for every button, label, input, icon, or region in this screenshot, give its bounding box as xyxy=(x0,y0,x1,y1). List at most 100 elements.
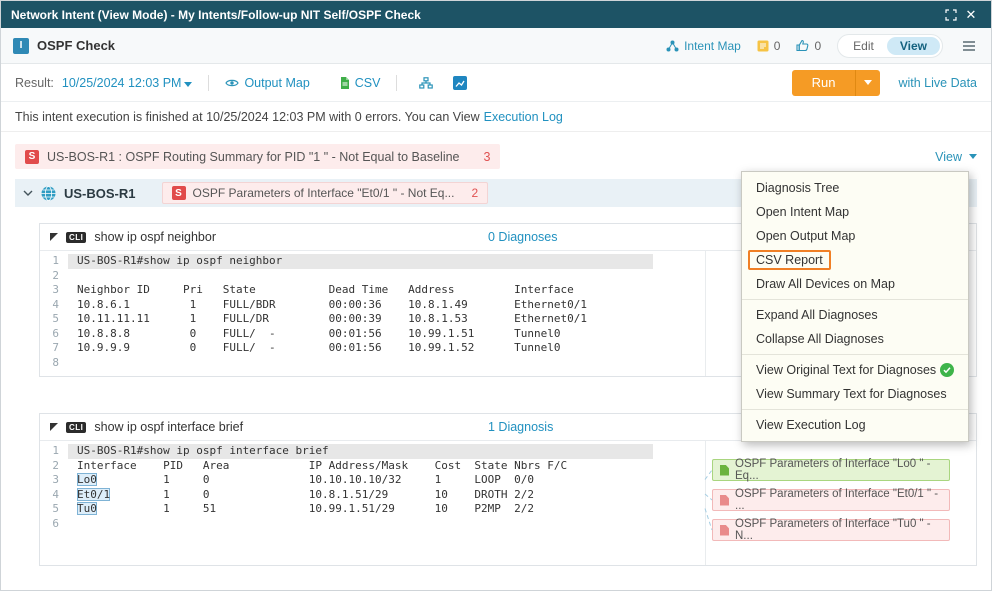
collapse-triangle-icon[interactable] xyxy=(50,233,58,241)
interface-token[interactable]: Et0/1 xyxy=(77,488,110,501)
code-line xyxy=(68,517,653,532)
line-number: 2 xyxy=(40,459,59,474)
result-label: Result: xyxy=(15,76,54,90)
diagnosis-note[interactable]: OSPF Parameters of Interface "Tu0 " - N.… xyxy=(712,519,950,541)
eye-icon xyxy=(225,78,239,88)
close-icon[interactable]: ✕ xyxy=(961,5,981,25)
hamburger-menu-icon[interactable] xyxy=(959,36,979,56)
edit-view-toggle: Edit View xyxy=(837,34,943,58)
alert-row: S US-BOS-R1 : OSPF Routing Summary for P… xyxy=(15,144,977,169)
menu-item[interactable]: Diagnosis Tree xyxy=(742,176,968,200)
line-number: 7 xyxy=(40,341,59,356)
command-output: 123456 US-BOS-R1#show ip ospf interface … xyxy=(40,441,976,565)
line-number-gutter: 123456 xyxy=(40,444,68,559)
csv-button[interactable]: CSV xyxy=(340,76,381,90)
run-dropdown-caret[interactable] xyxy=(856,70,880,96)
command-text: show ip ospf neighbor xyxy=(94,230,216,244)
chevron-down-icon xyxy=(969,154,977,159)
diagnosis-note-label: OSPF Parameters of Interface "Lo0 " - Eq… xyxy=(735,458,942,482)
device-diagnosis-badge[interactable]: S OSPF Parameters of Interface "Et0/1 " … xyxy=(162,182,489,204)
view-tab[interactable]: View xyxy=(887,37,940,55)
chart-map-icon[interactable] xyxy=(447,76,473,90)
menu-item-label: Open Output Map xyxy=(756,229,855,243)
collapse-triangle-icon[interactable] xyxy=(50,423,58,431)
document-icon xyxy=(720,495,729,506)
thumbs-up-icon xyxy=(796,39,809,52)
device-name[interactable]: US-BOS-R1 xyxy=(64,186,136,201)
intent-map-label: Intent Map xyxy=(684,39,741,53)
intent-header: I OSPF Check Intent Map 0 0 Edit View xyxy=(1,28,991,64)
csv-file-icon xyxy=(340,77,350,89)
window-title: Network Intent (View Mode) - My Intents/… xyxy=(11,8,421,22)
view-dropdown[interactable]: View xyxy=(935,150,977,164)
line-number: 4 xyxy=(40,298,59,313)
code-line: 10.8.6.1 1 FULL/BDR 00:00:36 10.8.1.49 E… xyxy=(68,298,653,313)
menu-item[interactable]: CSV Report xyxy=(742,248,968,272)
code-line: 10.9.9.9 0 FULL/ - 00:01:56 10.99.1.52 T… xyxy=(68,341,653,356)
interface-token[interactable]: Tu0 xyxy=(77,502,97,515)
intent-map-link[interactable]: Intent Map xyxy=(666,39,741,53)
diagnosis-alert-banner[interactable]: S US-BOS-R1 : OSPF Routing Summary for P… xyxy=(15,144,500,169)
diagnosis-note[interactable]: OSPF Parameters of Interface "Et0/1 " - … xyxy=(712,489,950,511)
collapse-chevron-icon[interactable] xyxy=(23,190,33,196)
menu-divider xyxy=(742,299,968,300)
intent-title: OSPF Check xyxy=(37,38,115,53)
edit-tab[interactable]: Edit xyxy=(840,37,887,55)
menu-divider xyxy=(742,409,968,410)
menu-item[interactable]: View Summary Text for Diagnoses xyxy=(742,382,968,406)
line-number: 8 xyxy=(40,356,59,371)
line-number: 6 xyxy=(40,327,59,342)
code-line: US-BOS-R1#show ip ospf interface brief xyxy=(68,444,653,459)
code-line: Tu0 1 51 10.99.1.51/29 10 P2MP 2/2 xyxy=(68,502,653,517)
result-dropdown[interactable]: 10/25/2024 12:03 PM xyxy=(62,76,193,90)
device-badge-text: OSPF Parameters of Interface "Et0/1 " - … xyxy=(193,186,455,200)
line-number: 4 xyxy=(40,488,59,503)
code-line xyxy=(68,269,653,284)
notes-button[interactable]: 0 xyxy=(757,39,781,53)
view-context-menu: Diagnosis Tree Open Intent Map Open Outp… xyxy=(741,171,969,442)
code-lines: US-BOS-R1#show ip ospf neighbor Neighbor… xyxy=(68,254,653,370)
diagnoses-link[interactable]: 1 Diagnosis xyxy=(488,420,553,434)
divider xyxy=(396,75,397,91)
toolbar: Result: 10/25/2024 12:03 PM Output Map C… xyxy=(1,64,991,102)
line-number: 3 xyxy=(40,473,59,488)
diagnosis-tree-icon[interactable] xyxy=(413,77,439,89)
code-line: Neighbor ID Pri State Dead Time Address … xyxy=(68,283,653,298)
menu-item[interactable]: View Original Text for Diagnoses xyxy=(742,358,968,382)
menu-item-label: Expand All Diagnoses xyxy=(756,308,878,322)
run-button[interactable]: Run xyxy=(792,70,881,96)
code-line: 10.11.11.11 1 FULL/DR 00:00:39 10.8.1.53… xyxy=(68,312,653,327)
line-number: 2 xyxy=(40,269,59,284)
chevron-down-icon xyxy=(184,82,192,87)
code-line: Et0/1 1 0 10.8.1.51/29 10 DROTH 2/2 xyxy=(68,488,653,503)
alert-count: 3 xyxy=(484,150,491,164)
menu-item[interactable]: Open Intent Map xyxy=(742,200,968,224)
menu-item-label: View Summary Text for Diagnoses xyxy=(756,387,947,401)
menu-item[interactable]: Expand All Diagnoses xyxy=(742,303,968,327)
diagnoses-link[interactable]: 0 Diagnoses xyxy=(488,230,558,244)
device-badge-count: 2 xyxy=(471,186,478,200)
code-line: 10.8.8.8 0 FULL/ - 00:01:56 10.99.1.51 T… xyxy=(68,327,653,342)
check-icon xyxy=(940,363,954,377)
output-map-button[interactable]: Output Map xyxy=(225,76,309,90)
menu-item-label: View Original Text for Diagnoses xyxy=(756,363,936,377)
live-data-label: with Live Data xyxy=(898,76,977,90)
code-pane: 12345678 US-BOS-R1#show ip ospf neighbor… xyxy=(40,251,706,376)
menu-item[interactable]: Open Output Map xyxy=(742,224,968,248)
line-number: 5 xyxy=(40,312,59,327)
execution-log-link[interactable]: Execution Log xyxy=(484,110,563,124)
maximize-icon[interactable] xyxy=(941,5,961,25)
menu-item[interactable]: View Execution Log xyxy=(742,413,968,437)
document-icon xyxy=(720,525,729,536)
code-line: US-BOS-R1#show ip ospf neighbor xyxy=(68,254,653,269)
note-count: 0 xyxy=(774,39,781,53)
menu-item[interactable]: Draw All Devices on Map xyxy=(742,272,968,296)
like-button[interactable]: 0 xyxy=(796,39,821,53)
menu-item-label: Draw All Devices on Map xyxy=(756,277,895,291)
run-label[interactable]: Run xyxy=(792,70,857,96)
execution-status-bar: This intent execution is finished at 10/… xyxy=(1,102,991,132)
menu-item[interactable]: Collapse All Diagnoses xyxy=(742,327,968,351)
interface-token[interactable]: Lo0 xyxy=(77,473,97,486)
diagnosis-note[interactable]: OSPF Parameters of Interface "Lo0 " - Eq… xyxy=(712,459,950,481)
code-line: Interface PID Area IP Address/Mask Cost … xyxy=(68,459,653,474)
